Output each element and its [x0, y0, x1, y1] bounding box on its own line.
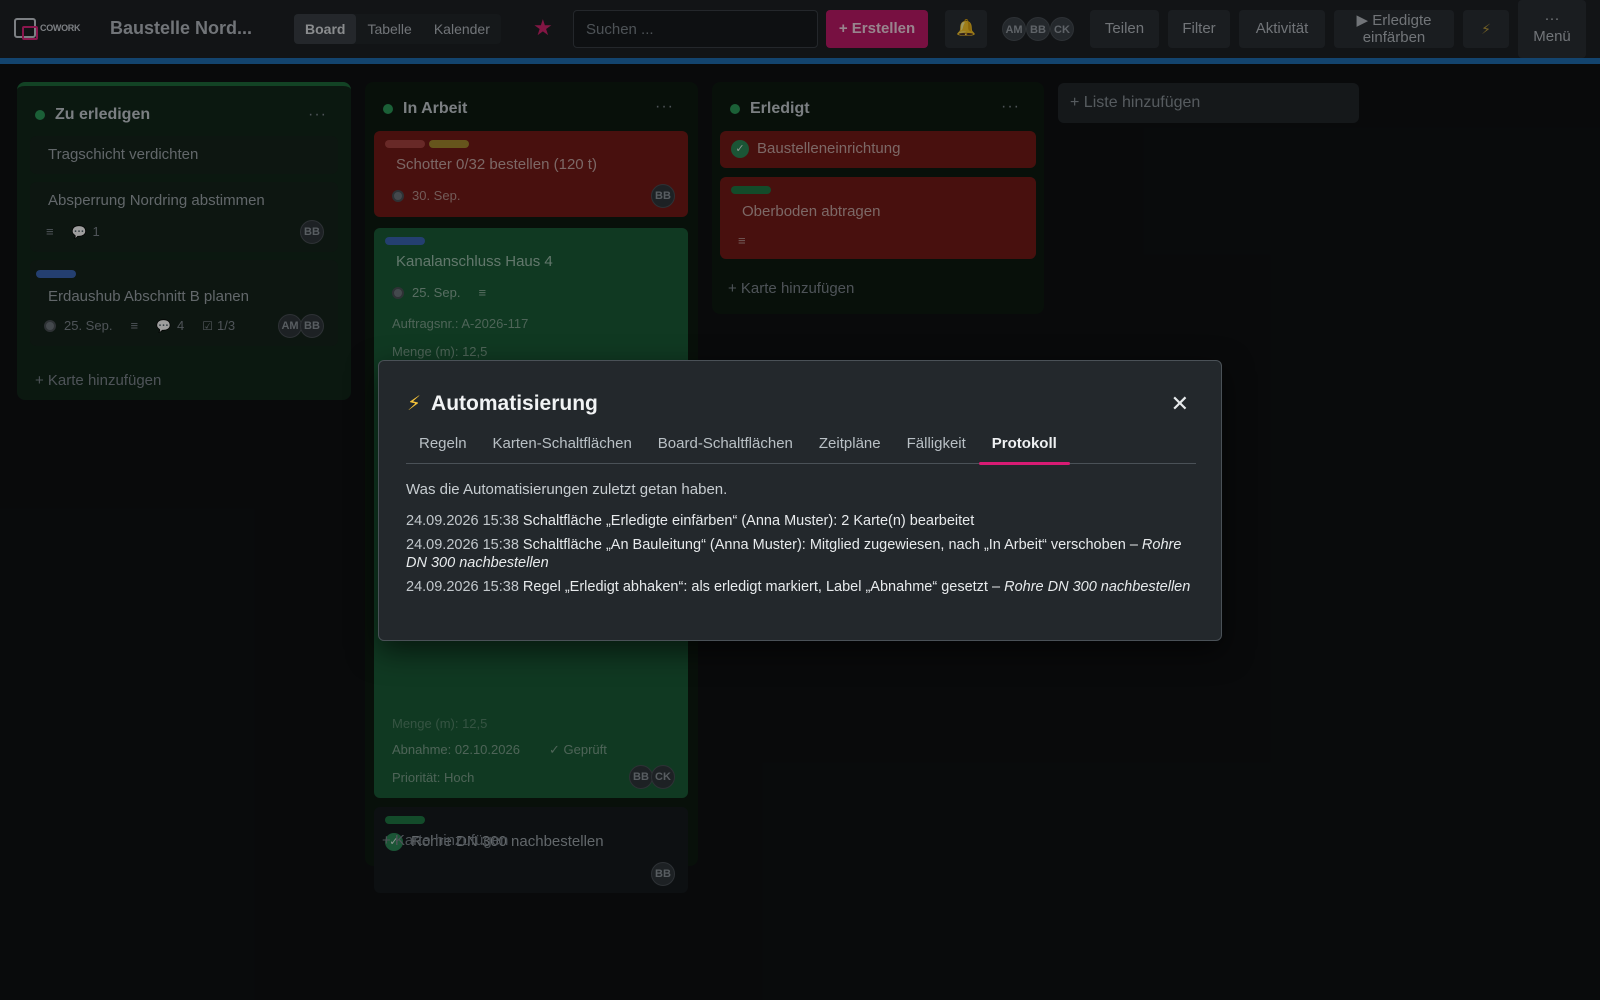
close-icon[interactable]: ✕: [1171, 393, 1189, 415]
automation-log: 24.09.2026 15:38 Schaltfläche „Erledigte…: [406, 512, 1196, 602]
log-entry: 24.09.2026 15:38 Schaltfläche „An Baulei…: [406, 536, 1196, 572]
lightning-icon: ⚡: [407, 393, 422, 415]
tab-log[interactable]: Protokoll: [978, 433, 1070, 465]
log-timestamp: 24.09.2026 15:38: [406, 513, 519, 529]
log-text: Regel „Erledigt abhaken“: als erledigt m…: [522, 579, 1001, 595]
tab-due-date[interactable]: Fälligkeit: [894, 433, 979, 464]
log-text: Schaltfläche „Erledigte einfärben“ (Anna…: [522, 513, 975, 529]
automation-modal: ⚡ Automatisierung ✕ Regeln Karten-Schalt…: [378, 360, 1222, 641]
tab-rules[interactable]: Regeln: [406, 433, 480, 464]
tab-schedules[interactable]: Zeitpläne: [806, 433, 894, 464]
log-timestamp: 24.09.2026 15:38: [406, 537, 519, 553]
tab-card-buttons[interactable]: Karten-Schaltflächen: [480, 433, 645, 464]
log-card-link[interactable]: Rohre DN 300 nachbestellen: [1004, 579, 1190, 595]
log-text: Schaltfläche „An Bauleitung“ (Anna Muste…: [522, 537, 1138, 553]
log-entry: 24.09.2026 15:38 Regel „Erledigt abhaken…: [406, 578, 1196, 596]
modal-title: Automatisierung: [431, 391, 598, 415]
log-entry: 24.09.2026 15:38 Schaltfläche „Erledigte…: [406, 512, 1196, 530]
modal-header: ⚡ Automatisierung: [407, 391, 598, 416]
tab-board-buttons[interactable]: Board-Schaltflächen: [645, 433, 806, 464]
log-timestamp: 24.09.2026 15:38: [406, 579, 519, 595]
modal-description: Was die Automatisierungen zuletzt getan …: [406, 481, 728, 498]
modal-tabs: Regeln Karten-Schaltflächen Board-Schalt…: [406, 433, 1196, 465]
